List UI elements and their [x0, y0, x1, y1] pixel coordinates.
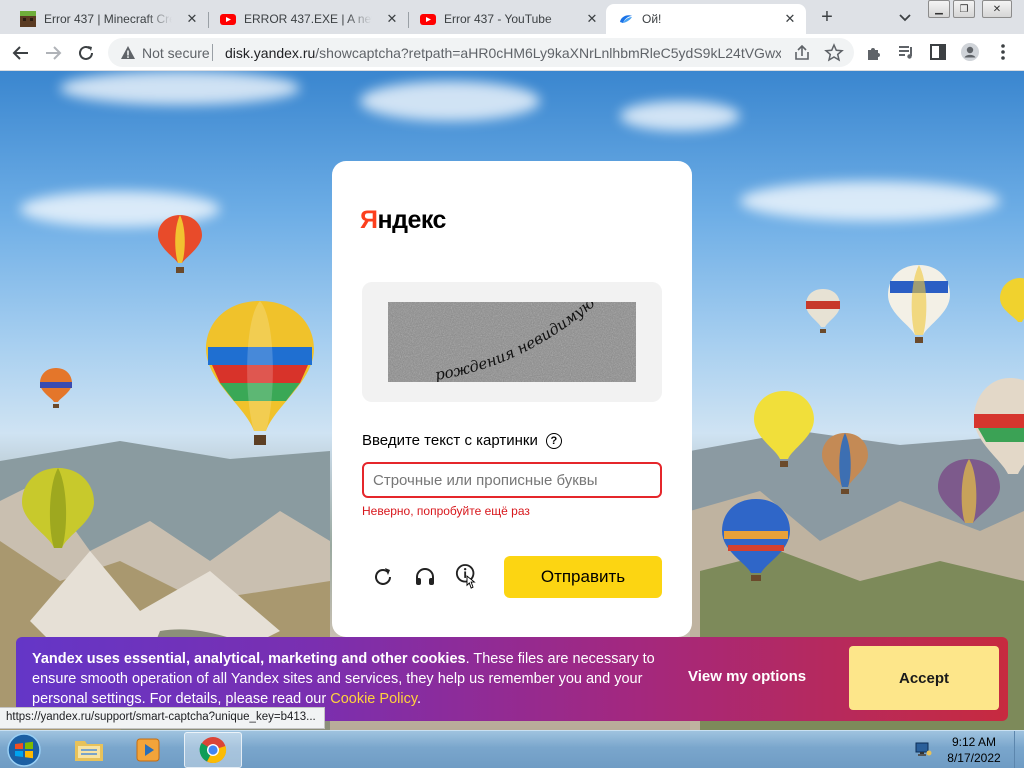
- menu-kebab-icon[interactable]: [993, 42, 1013, 62]
- network-icon[interactable]: [914, 741, 932, 757]
- close-window-button[interactable]: ✕: [982, 0, 1012, 18]
- new-tab-button[interactable]: +: [816, 7, 838, 29]
- headphones-icon: [416, 568, 434, 585]
- captcha-prompt: Введите текст с картинки ?: [362, 432, 562, 449]
- submit-button[interactable]: Отправить: [504, 556, 662, 598]
- media-player-icon: [136, 738, 160, 762]
- tab-title: Error 437 | Minecraft Cree: [44, 12, 172, 26]
- hot-air-balloon: [22, 468, 94, 548]
- tab-title: ERROR 437.EXE | A new v: [244, 12, 372, 26]
- yandex-disk-icon: [620, 15, 632, 23]
- view-options-button[interactable]: View my options: [688, 668, 806, 685]
- hot-air-balloon: [888, 265, 950, 343]
- error-message: Неверно, попробуйте ещё раз: [362, 504, 530, 518]
- minecraft-icon: [20, 11, 36, 27]
- captcha-image-frame: рождения невидимую: [362, 282, 662, 402]
- prompt-label: Введите текст с картинки: [362, 432, 538, 449]
- cloud: [620, 101, 740, 131]
- forward-button[interactable]: [41, 41, 65, 65]
- refresh-captcha-button[interactable]: [371, 565, 395, 589]
- tab-youtube[interactable]: Error 437 - YouTube ✕: [408, 4, 608, 34]
- hot-air-balloon: [158, 215, 202, 273]
- reload-button[interactable]: [74, 41, 98, 65]
- refresh-icon: [375, 568, 391, 585]
- address-bar[interactable]: Not secure disk.yandex.ru/showcaptcha?re…: [108, 38, 854, 67]
- reload-icon: [79, 45, 93, 60]
- show-desktop-button[interactable]: [1014, 731, 1024, 768]
- youtube-icon: [220, 14, 236, 25]
- url-host: disk.yandex.ru: [225, 45, 316, 61]
- audio-captcha-button[interactable]: [413, 565, 437, 589]
- help-icon[interactable]: ?: [545, 432, 562, 449]
- chrome-icon: [199, 737, 227, 764]
- cookie-policy-link[interactable]: Cookie Policy: [330, 691, 417, 707]
- hot-air-balloon: [806, 289, 840, 333]
- bookmark-star-icon[interactable]: [824, 43, 844, 63]
- captcha-card: Яндекс рождения невидимую Введите текст: [332, 161, 692, 637]
- hot-air-balloon: [206, 301, 314, 445]
- profile-avatar-icon[interactable]: [960, 42, 980, 62]
- accept-cookies-button[interactable]: Accept: [849, 646, 999, 710]
- logo-initial: Я: [360, 206, 378, 234]
- side-panel-icon[interactable]: [928, 42, 948, 62]
- tab-strip: Error 437 | Minecraft Cree ✕ ERROR 437.E…: [0, 0, 1024, 34]
- info-icon: [455, 564, 476, 589]
- url-text[interactable]: disk.yandex.ru/showcaptcha?retpath=aHR0c…: [225, 45, 781, 61]
- back-button[interactable]: [9, 41, 33, 65]
- windows-start-icon[interactable]: [4, 732, 44, 768]
- folder-icon: [75, 741, 103, 761]
- maximize-button[interactable]: ❐: [953, 0, 975, 18]
- cookie-text: Yandex uses essential, analytical, marke…: [32, 649, 672, 709]
- hot-air-balloon: [822, 433, 868, 494]
- cookie-tail: .: [417, 691, 422, 707]
- close-icon[interactable]: ✕: [384, 11, 400, 27]
- system-clock[interactable]: 9:12 AM 8/17/2022: [940, 734, 1008, 766]
- hot-air-balloon: [722, 499, 790, 581]
- status-bar-url: https://yandex.ru/support/smart-captcha?…: [0, 707, 325, 729]
- arrow-left-icon: [12, 46, 28, 60]
- media-control-icon[interactable]: [896, 42, 916, 62]
- hot-air-balloon: [40, 368, 72, 408]
- cookie-lead: Yandex uses essential, analytical, marke…: [32, 651, 466, 667]
- close-icon[interactable]: ✕: [782, 11, 798, 27]
- hot-air-balloon: [938, 459, 1000, 523]
- taskbar-explorer[interactable]: [60, 732, 118, 768]
- divider: [212, 44, 213, 61]
- warning-icon[interactable]: [120, 45, 136, 61]
- cloud: [360, 81, 540, 121]
- captcha-image: рождения невидимую: [388, 302, 636, 382]
- chevron-down-icon[interactable]: [896, 8, 914, 26]
- youtube-icon: [420, 14, 436, 25]
- hot-air-balloon: [1000, 278, 1024, 322]
- yandex-logo[interactable]: Яндекс: [360, 206, 446, 235]
- page-background: Яндекс рождения невидимую Введите текст: [0, 71, 1024, 730]
- tab-error-exe[interactable]: ERROR 437.EXE | A new v ✕: [208, 4, 408, 34]
- arrow-right-icon: [46, 46, 62, 60]
- cloud: [740, 181, 1000, 221]
- clock-time: 9:12 AM: [951, 735, 997, 749]
- tab-minecraft[interactable]: Error 437 | Minecraft Cree ✕: [8, 4, 208, 34]
- taskbar-chrome[interactable]: [184, 732, 242, 768]
- url-path: /showcaptcha?retpath=aHR0cHM6Ly9kaXNrLnl…: [315, 45, 781, 61]
- logo-rest: ндекс: [377, 206, 446, 234]
- hot-air-balloon: [754, 391, 814, 467]
- close-icon[interactable]: ✕: [584, 11, 600, 27]
- taskbar-media-player[interactable]: [120, 732, 178, 768]
- extensions-icon[interactable]: [864, 42, 884, 62]
- security-label[interactable]: Not secure: [142, 45, 210, 61]
- clock-date: 8/17/2022: [947, 751, 1001, 765]
- browser-toolbar: Not secure disk.yandex.ru/showcaptcha?re…: [0, 34, 1024, 71]
- close-icon[interactable]: ✕: [184, 11, 200, 27]
- cloud: [60, 71, 300, 105]
- tab-yandex-captcha[interactable]: Ой! ✕: [606, 4, 806, 34]
- tab-title: Ой!: [642, 12, 662, 26]
- captcha-answer-input[interactable]: [362, 462, 662, 498]
- share-icon[interactable]: [792, 43, 812, 63]
- tab-title: Error 437 - YouTube: [444, 12, 552, 26]
- captcha-info-button[interactable]: [455, 564, 479, 589]
- windows-taskbar: 9:12 AM 8/17/2022: [0, 730, 1024, 768]
- minimize-button[interactable]: ▁: [928, 0, 950, 18]
